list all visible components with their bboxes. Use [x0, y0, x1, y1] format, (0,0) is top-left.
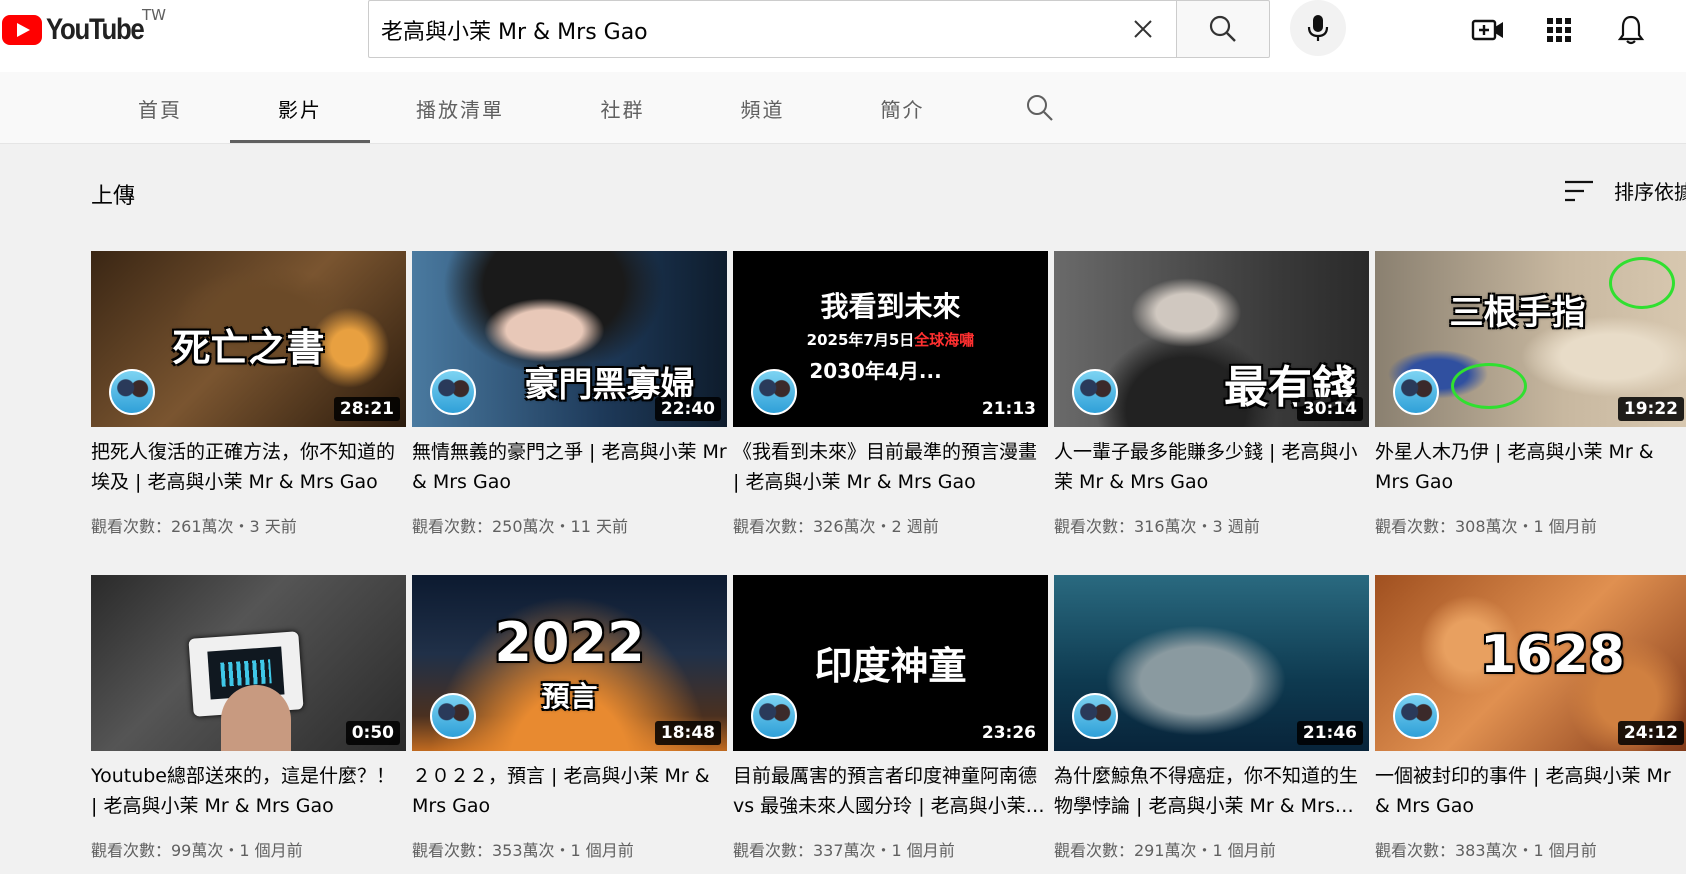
video-title[interactable]: 為什麼鯨魚不得癌症，你不知道的生物學悖論 | 老高與小茉 Mr & Mrs Ga…	[1054, 761, 1369, 821]
search-icon	[1209, 15, 1236, 42]
apps-grid-icon	[1547, 18, 1571, 42]
video-title[interactable]: 無情無義的豪門之爭 | 老高與小茉 Mr & Mrs Gao	[412, 437, 727, 497]
notifications-bell-icon	[1617, 15, 1645, 45]
search-box	[368, 0, 1176, 59]
channel-avatar	[751, 369, 797, 415]
video-meta: 觀看次數：250萬次・11 天前	[412, 517, 628, 536]
video-thumbnail[interactable]: 三根手指 19:22	[1375, 251, 1686, 427]
thumbnail-date: 2025年7月5日	[806, 331, 915, 349]
video-meta: 觀看次數：261萬次・3 天前	[91, 517, 297, 536]
video-duration: 18:48	[654, 721, 721, 745]
thumbnail-hand	[221, 685, 291, 751]
thumbnail-subcaption: 2025年7月5日全球海嘯	[733, 329, 1048, 350]
tab-playlists[interactable]: 播放清單	[395, 72, 525, 144]
search-input[interactable]	[379, 1, 1103, 59]
thumbnail-caption: 1628	[1480, 625, 1625, 685]
video-thumbnail[interactable]: 豪門黑寡婦 22:40	[412, 251, 727, 427]
channel-avatar	[751, 693, 797, 739]
youtube-play-icon	[2, 15, 42, 45]
video-meta: 觀看次數：326萬次・2 週前	[733, 517, 939, 536]
channel-avatar	[109, 369, 155, 415]
tab-videos[interactable]: 影片	[230, 72, 370, 144]
channel-avatar	[430, 693, 476, 739]
video-meta: 觀看次數：291萬次・1 個月前	[1054, 841, 1276, 860]
channel-avatar	[1072, 369, 1118, 415]
video-duration: 21:46	[1296, 721, 1363, 745]
video-thumbnail[interactable]: 2022 預言 18:48	[412, 575, 727, 751]
video-thumbnail[interactable]: 0:50	[91, 575, 406, 751]
thumbnail-caption: 2022	[494, 611, 645, 674]
clear-search-button[interactable]	[1128, 14, 1158, 44]
video-duration: 28:21	[333, 397, 400, 421]
video-title[interactable]: 《我看到未來》目前最準的預言漫畫 | 老高與小茉 Mr & Mrs Gao	[733, 437, 1048, 497]
video-duration: 19:22	[1617, 397, 1684, 421]
search-icon	[1027, 95, 1053, 121]
youtube-logo[interactable]: YouTube TW	[2, 6, 166, 48]
create-video-button[interactable]	[1468, 10, 1508, 50]
video-thumbnail[interactable]: 死亡之書 28:21	[91, 251, 406, 427]
tab-about[interactable]: 簡介	[845, 72, 960, 144]
sort-label: 排序依據	[1614, 180, 1686, 204]
video-meta: 觀看次數：308萬次・1 個月前	[1375, 517, 1597, 536]
video-title[interactable]: 把死人復活的正確方法，你不知道的埃及 | 老高與小茉 Mr & Mrs Gao	[91, 437, 406, 497]
video-thumbnail[interactable]: 1628 24:12	[1375, 575, 1686, 751]
voice-search-button[interactable]	[1290, 0, 1346, 56]
thumbnail-caption: 我看到未來	[820, 290, 961, 323]
video-thumbnail[interactable]: 我看到未來 2025年7月5日全球海嘯 2030年4月... 21:13	[733, 251, 1048, 427]
video-meta: 觀看次數：316萬次・3 週前	[1054, 517, 1260, 536]
video-duration: 24:12	[1617, 721, 1684, 745]
thumbnail-caption: 印度神童	[814, 644, 967, 688]
channel-avatar	[1393, 369, 1439, 415]
section-title: 上傳	[91, 184, 136, 209]
video-title[interactable]: 一個被封印的事件 | 老高與小茉 Mr & Mrs Gao	[1375, 761, 1686, 821]
tab-channels[interactable]: 頻道	[705, 72, 820, 144]
video-meta: 觀看次數：337萬次・1 個月前	[733, 841, 955, 860]
channel-avatar	[430, 369, 476, 415]
video-thumbnail[interactable]: 最有錢 30:14	[1054, 251, 1369, 427]
channel-tabs: 首頁 影片 播放清單 社群 頻道 簡介	[0, 72, 1686, 144]
video-title[interactable]: Youtube總部送來的，這是什麼？！ | 老高與小茉 Mr & Mrs Gao	[91, 761, 406, 821]
video-title[interactable]: 外星人木乃伊 | 老高與小茉 Mr & Mrs Gao	[1375, 437, 1686, 497]
video-duration: 21:13	[975, 397, 1042, 421]
video-thumbnail[interactable]: 印度神童 23:26	[733, 575, 1048, 751]
video-duration: 22:40	[654, 397, 721, 421]
thumbnail-caption: 死亡之書	[172, 326, 325, 370]
sort-button[interactable]: 排序依據	[1564, 176, 1686, 205]
video-thumbnail[interactable]: 21:46	[1054, 575, 1369, 751]
thumbnail-red-text: 全球海嘯	[914, 331, 975, 349]
video-meta: 觀看次數：383萬次・1 個月前	[1375, 841, 1597, 860]
highlight-circle	[1451, 363, 1527, 409]
video-meta: 觀看次數：99萬次・1 個月前	[91, 841, 303, 860]
create-video-icon	[1471, 19, 1503, 41]
microphone-icon	[1307, 15, 1329, 41]
channel-search-button[interactable]	[1010, 72, 1070, 144]
close-icon	[1134, 20, 1152, 38]
channel-avatar	[1393, 693, 1439, 739]
apps-button[interactable]	[1539, 10, 1579, 50]
channel-avatar	[1072, 693, 1118, 739]
highlight-circle	[1609, 257, 1675, 309]
tab-home[interactable]: 首頁	[100, 72, 220, 144]
video-title[interactable]: 人一輩子最多能賺多少錢 | 老高與小茉 Mr & Mrs Gao	[1054, 437, 1369, 497]
search-button[interactable]	[1176, 0, 1270, 58]
video-meta: 觀看次數：353萬次・1 個月前	[412, 841, 634, 860]
sort-icon	[1565, 180, 1593, 201]
region-code: TW	[142, 6, 166, 24]
logo-wordmark: YouTube	[46, 13, 145, 46]
video-duration: 23:26	[975, 721, 1042, 745]
video-duration: 30:14	[1296, 397, 1363, 421]
video-title[interactable]: 目前最厲害的預言者印度神童阿南德 vs 最強未來人國分玲 | 老高與小茉 Mr …	[733, 761, 1048, 821]
video-duration: 0:50	[345, 721, 400, 745]
video-title[interactable]: ２０２２，預言 | 老高與小茉 Mr & Mrs Gao	[412, 761, 727, 821]
tab-community[interactable]: 社群	[565, 72, 680, 144]
notifications-button[interactable]	[1611, 10, 1651, 50]
masthead: YouTube TW	[0, 0, 1686, 72]
